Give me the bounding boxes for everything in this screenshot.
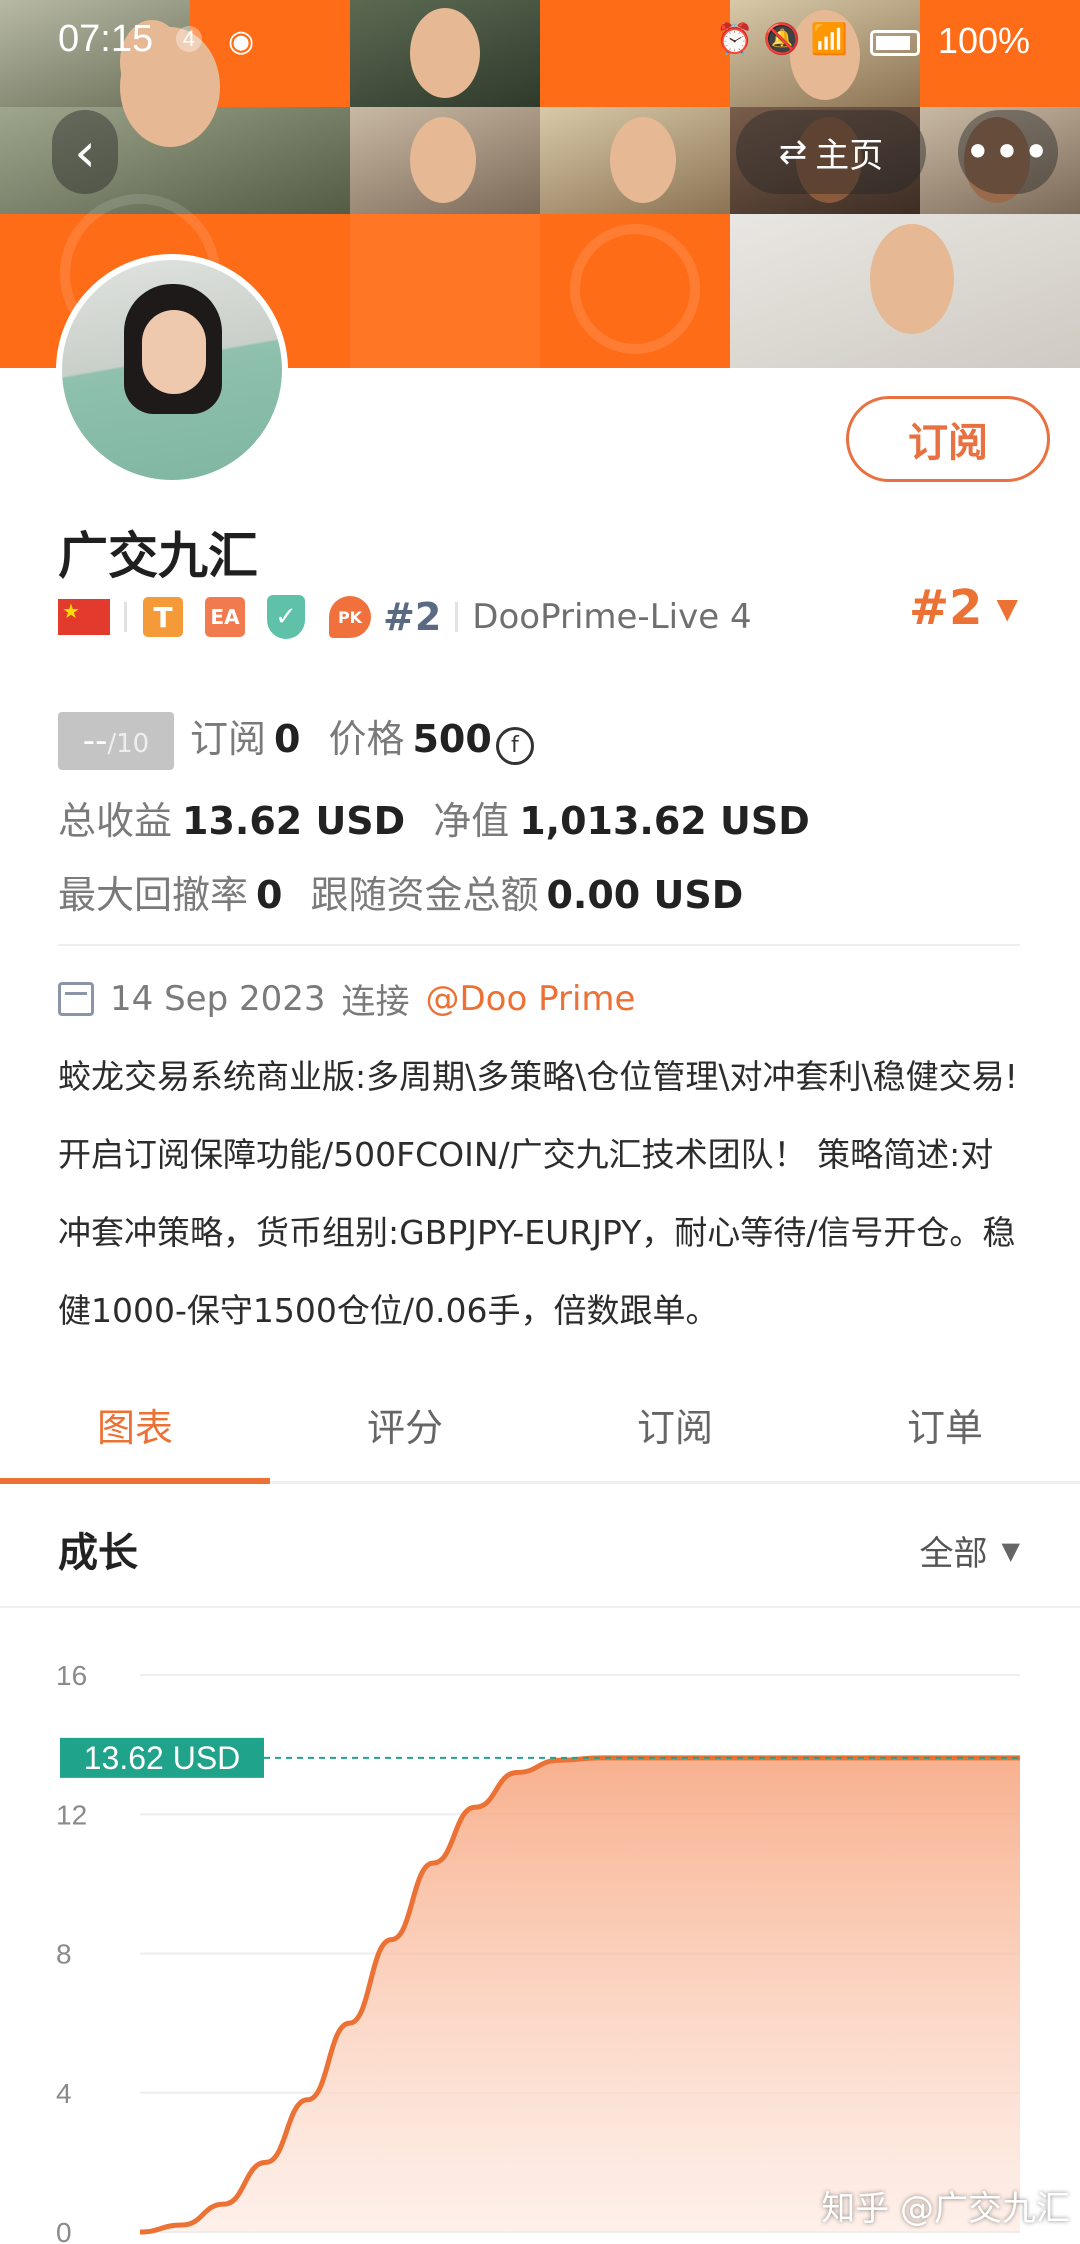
net-value-label: 净值 bbox=[433, 799, 510, 843]
connect-label: 连接 bbox=[341, 982, 410, 1022]
more-button[interactable]: ••• bbox=[958, 110, 1058, 194]
divider bbox=[455, 602, 459, 632]
period-value: 全部 bbox=[919, 1534, 988, 1574]
trader-badge-icon[interactable]: T bbox=[143, 597, 183, 637]
connect-info: 14 Sep 2023 连接 @Doo Prime bbox=[58, 974, 635, 1023]
growth-title: 成长 bbox=[58, 1530, 138, 1576]
tab-orders[interactable]: 订单 bbox=[810, 1378, 1080, 1481]
total-profit-value: 13.62 USD bbox=[182, 799, 406, 843]
battery-icon bbox=[870, 30, 920, 56]
rank-dropdown[interactable]: #2 ▼ bbox=[909, 580, 1018, 636]
tab-subscribe[interactable]: 订阅 bbox=[540, 1378, 810, 1481]
battery-level: 100% bbox=[937, 20, 1030, 61]
china-flag-icon: ★ bbox=[58, 599, 110, 635]
max-drawdown-value: 0 bbox=[256, 873, 283, 917]
rating-max: /10 bbox=[107, 729, 150, 759]
broker-link[interactable]: @Doo Prime bbox=[426, 979, 636, 1019]
y-tick-label: 8 bbox=[56, 1939, 72, 1970]
banner-tile bbox=[540, 214, 730, 368]
current-value-label: 13.62 USD bbox=[84, 1740, 241, 1776]
page-title: 广交九汇 bbox=[58, 527, 258, 585]
tab-bar: 图表 评分 订阅 订单 bbox=[0, 1378, 1080, 1484]
caret-down-icon: ▼ bbox=[1001, 1536, 1020, 1565]
subscribe-count-label: 订阅 bbox=[190, 717, 267, 761]
server-name: DooPrime-Live 4 bbox=[472, 597, 752, 637]
rating-value: -- bbox=[82, 721, 108, 761]
y-tick-label: 0 bbox=[56, 2217, 72, 2244]
home-label: 主页 bbox=[815, 135, 884, 176]
growth-chart: 16 12 8 4 0 13.62 USD bbox=[0, 1620, 1080, 2244]
fcoin-icon: f bbox=[495, 727, 534, 765]
shield-icon[interactable]: ✓ bbox=[267, 595, 305, 639]
eye-icon: ◉ bbox=[228, 25, 255, 58]
pk-fire-icon[interactable]: PK bbox=[329, 596, 371, 638]
stats-row-1: --/10 订阅 0 价格 500 f bbox=[58, 708, 534, 770]
pk-rank: #2 bbox=[383, 595, 442, 639]
y-tick-label: 12 bbox=[56, 1799, 87, 1830]
divider bbox=[124, 602, 127, 632]
price-value: 500 bbox=[412, 717, 492, 761]
swap-icon: ⇄ bbox=[778, 132, 808, 172]
total-profit-label: 总收益 bbox=[58, 799, 173, 843]
banner-photo bbox=[730, 214, 1080, 368]
banner-tile bbox=[350, 214, 540, 368]
growth-chart-svg: 16 12 8 4 0 13.62 USD bbox=[56, 1660, 1020, 2244]
y-tick-label: 4 bbox=[56, 2078, 72, 2109]
divider bbox=[58, 944, 1020, 946]
stats-row-3: 最大回撤率 0 跟随资金总额 0.00 USD bbox=[58, 864, 743, 919]
rating-badge[interactable]: --/10 bbox=[58, 712, 174, 770]
ea-badge-icon[interactable]: EA bbox=[205, 597, 245, 637]
badge-row: ★ T EA ✓ PK #2 DooPrime-Live 4 bbox=[58, 592, 752, 642]
price-label: 价格 bbox=[328, 717, 405, 761]
banner-photo bbox=[540, 107, 730, 214]
back-icon: ‹ bbox=[74, 120, 96, 184]
caret-down-icon: ▼ bbox=[996, 591, 1018, 625]
watermark: 知乎 @广交九汇 bbox=[821, 2189, 1070, 2229]
follow-funds-label: 跟随资金总额 bbox=[310, 873, 539, 917]
connect-date: 14 Sep 2023 bbox=[110, 978, 326, 1019]
period-dropdown[interactable]: 全部 ▼ bbox=[920, 1526, 1020, 1575]
net-value: 1,013.62 USD bbox=[519, 799, 810, 843]
strategy-description: 蛟龙交易系统商业版:多周期\多策略\仓位管理\对冲套利\稳健交易!开启订阅保障功… bbox=[58, 1057, 1018, 1330]
back-button[interactable]: ‹ bbox=[52, 110, 118, 194]
y-tick-label: 16 bbox=[56, 1660, 87, 1691]
follow-funds-value: 0.00 USD bbox=[546, 873, 744, 917]
stats-row-2: 总收益 13.62 USD 净值 1,013.62 USD bbox=[58, 790, 810, 845]
calendar-icon bbox=[58, 981, 94, 1016]
max-drawdown-label: 最大回撤率 bbox=[58, 873, 249, 917]
status-time: 07:15 bbox=[58, 18, 154, 60]
subscribe-count: 0 bbox=[274, 717, 301, 761]
rank-value: #2 bbox=[908, 580, 983, 636]
growth-header: 成长 全部 ▼ bbox=[0, 1490, 1080, 1608]
home-button[interactable]: ⇄ 主页 bbox=[736, 110, 926, 194]
status-icons: ⏰🔕📶 bbox=[715, 23, 858, 56]
tab-rating[interactable]: 评分 bbox=[270, 1378, 540, 1481]
status-bar: 07:15 4 ◉ ⏰🔕📶 100% bbox=[0, 0, 1080, 86]
tab-chart[interactable]: 图表 bbox=[0, 1378, 270, 1484]
more-icon: ••• bbox=[964, 125, 1052, 179]
avatar[interactable] bbox=[56, 254, 288, 486]
sim-icon: 4 bbox=[176, 26, 202, 52]
banner-photo bbox=[350, 107, 540, 214]
subscribe-button[interactable]: 订阅 bbox=[846, 396, 1050, 482]
